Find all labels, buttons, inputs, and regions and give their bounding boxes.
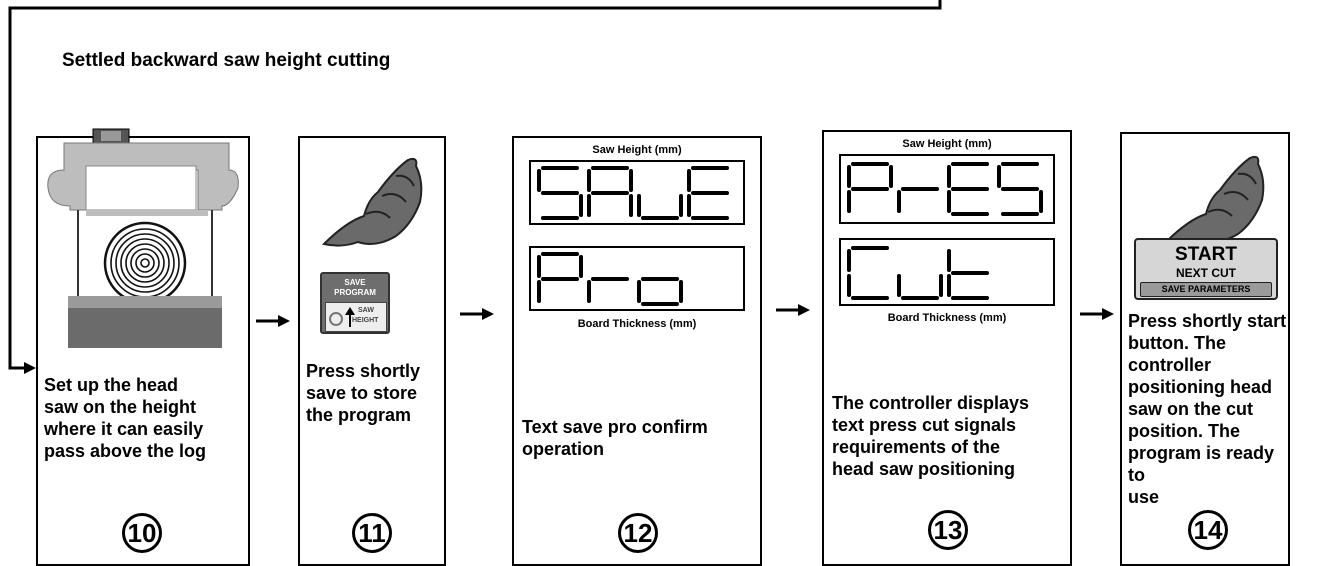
saw-height-caption: Saw Height (mm) <box>592 144 682 156</box>
board-thickness-digits <box>847 246 989 300</box>
board-thickness-display[interactable] <box>839 238 1055 306</box>
step-panel-10: Set up the head saw on the height where … <box>36 128 250 566</box>
page-title: Settled backward saw height cutting <box>62 50 391 71</box>
step-panel-14: START NEXT CUT SAVE PARAMETERS Press sho… <box>1120 132 1290 566</box>
saw-height-display[interactable] <box>529 160 745 225</box>
lcd-character <box>847 162 893 213</box>
save-program-button[interactable]: SAVE PROGRAM SAW HEIGHT <box>320 272 390 334</box>
step-10-text: Set up the head saw on the height where … <box>44 375 207 461</box>
step-panel-12: Saw Height (mm) Board Thickness (mm) Tex… <box>512 136 762 566</box>
save-parameters-label: SAVE PARAMETERS <box>1140 282 1272 297</box>
step-panel-11: SAVE PROGRAM SAW HEIGHT Press shortly sa… <box>298 136 446 566</box>
step-13-number: 13 <box>928 510 968 550</box>
log-icon <box>103 221 187 305</box>
lcd-character <box>847 246 889 300</box>
step-13-text: The controller displays text press cut s… <box>832 393 1030 479</box>
step-12-text: Text save pro confirm operation <box>522 417 708 459</box>
board-thickness-display[interactable] <box>529 246 745 311</box>
hand-press-icon <box>322 157 423 247</box>
lcd-character <box>587 277 629 303</box>
next-cut-label: NEXT CUT <box>1176 266 1236 280</box>
program-label: PROGRAM <box>334 288 376 297</box>
arrow-right-icon <box>1080 308 1114 320</box>
lcd-character <box>637 194 683 220</box>
lcd-character <box>537 166 583 220</box>
step-14-number: 14 <box>1188 510 1228 550</box>
arrow-right-icon <box>776 304 810 316</box>
lcd-character <box>897 274 943 300</box>
saw-height-digits <box>847 162 1043 216</box>
lcd-character <box>587 166 633 217</box>
height-label: HEIGHT <box>352 317 379 324</box>
lcd-character <box>687 166 729 220</box>
arrow-right-icon <box>256 315 290 327</box>
step-11-text: Press shortly save to store the program <box>306 361 421 425</box>
arrow-right-icon <box>460 308 494 320</box>
lcd-character <box>637 277 683 306</box>
board-thickness-digits <box>537 252 683 306</box>
save-label: SAVE <box>344 278 366 287</box>
step-10-number: 10 <box>122 513 162 553</box>
step-11-number: 11 <box>352 513 392 553</box>
saw-label: SAW <box>358 307 374 314</box>
lcd-character <box>997 162 1043 216</box>
hand-press-icon <box>1164 155 1265 245</box>
saw-height-digits <box>537 166 729 220</box>
lcd-character <box>897 187 939 213</box>
step-12-number: 12 <box>618 513 658 553</box>
board-thickness-caption: Board Thickness (mm) <box>887 312 1007 324</box>
saw-height-caption: Saw Height (mm) <box>902 138 992 150</box>
lcd-character <box>537 252 583 303</box>
button-face: SAW HEIGHT <box>325 302 387 332</box>
start-next-cut-button[interactable]: START NEXT CUT SAVE PARAMETERS <box>1134 238 1278 300</box>
saw-head-icon <box>47 128 239 348</box>
lcd-character <box>947 162 989 216</box>
board-thickness-caption: Board Thickness (mm) <box>577 318 697 330</box>
step-14-text: Press shortly start button. The controll… <box>1128 311 1287 507</box>
step-panel-13: Saw Height (mm) Board Thickness (mm) The… <box>822 130 1072 566</box>
saw-height-display[interactable] <box>839 154 1055 224</box>
start-label: START <box>1175 244 1237 265</box>
lcd-character <box>947 249 989 300</box>
